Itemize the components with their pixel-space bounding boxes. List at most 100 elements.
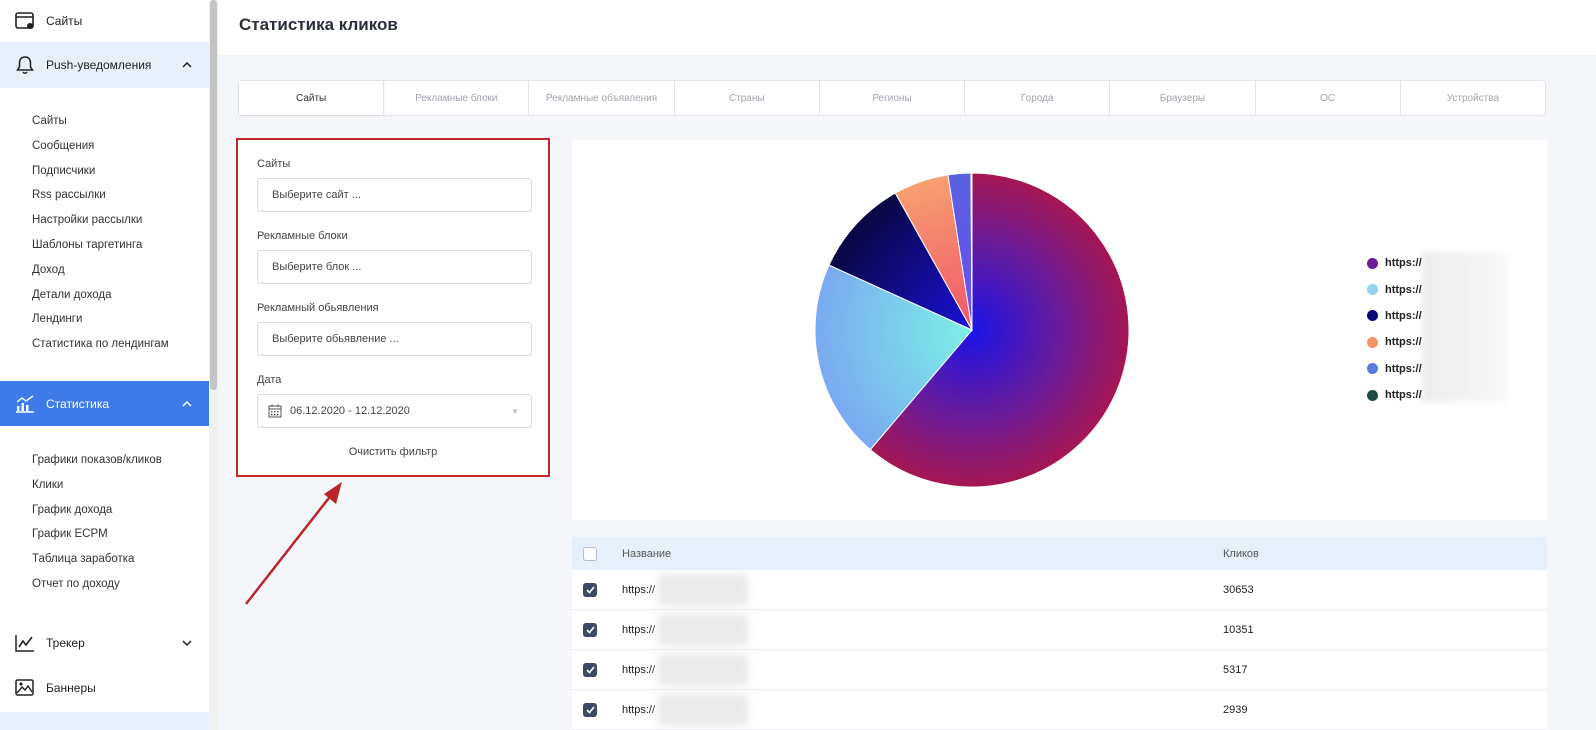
chevron-up-icon (182, 59, 192, 71)
clicks-table: Название Кликов https:// 30653 https:// 103… (572, 537, 1547, 730)
legend-item[interactable]: https:// (1367, 303, 1422, 329)
redacted-area (658, 614, 748, 646)
table-row[interactable]: https:// 30653 (572, 570, 1547, 610)
redacted-area (1422, 252, 1507, 402)
column-clicks-header[interactable]: Кликов (1223, 548, 1259, 560)
sidebar-next-item[interactable] (0, 712, 210, 730)
calendar-icon (268, 404, 282, 418)
submenu-item[interactable]: График ECPM (32, 522, 162, 547)
ads-select[interactable]: Выберите обьявление ... (257, 322, 532, 356)
submenu-item[interactable]: Лендинги (32, 307, 169, 332)
chevron-up-icon (182, 398, 192, 410)
ads-placeholder: Выберите обьявление ... (272, 333, 399, 345)
submenu-item[interactable]: Клики (32, 473, 162, 498)
ads-label: Рекламный обьявления (257, 302, 379, 314)
tab-1[interactable]: Рекламные блоки (384, 81, 530, 115)
select-all-checkbox[interactable] (583, 546, 597, 561)
tab-3[interactable]: Страны (675, 81, 820, 115)
legend-label: https:// (1385, 336, 1422, 349)
chart-card: https:// https:// https:// https:// https://… (572, 140, 1547, 520)
legend-item[interactable]: https:// (1367, 276, 1422, 302)
line-chart-icon (14, 632, 36, 654)
row-checkbox[interactable] (583, 662, 597, 677)
submenu-item[interactable]: Сайты (32, 109, 169, 134)
submenu-item[interactable]: Шаблоны таргетинга (32, 233, 169, 258)
tab-4[interactable]: Регионы (820, 81, 966, 115)
tab-7[interactable]: ОС (1256, 81, 1401, 115)
sidebar-item-label: Сайты (46, 14, 83, 28)
sites-select[interactable]: Выберите сайт ... (257, 178, 532, 212)
legend-item[interactable]: https:// (1367, 250, 1422, 276)
submenu-item[interactable]: Сообщения (32, 134, 169, 159)
sidebar-scrollbar[interactable] (209, 0, 218, 730)
row-checkbox[interactable] (583, 582, 597, 597)
legend-swatch (1367, 310, 1378, 322)
pie-slices (814, 172, 1130, 488)
submenu-item[interactable]: Графики показов/кликов (32, 448, 162, 473)
sidebar-item-statistics[interactable]: Статистика (0, 381, 210, 426)
sidebar-item-banners[interactable]: Баннеры (0, 675, 210, 701)
ad-blocks-select[interactable]: Выберите блок ... (257, 250, 532, 284)
column-name-header[interactable]: Название (622, 548, 671, 560)
sidebar-item-push[interactable]: Push-уведомления (0, 42, 210, 88)
tab-2[interactable]: Рекламные объявления (529, 81, 675, 115)
bell-icon (14, 54, 36, 76)
row-checkbox[interactable] (583, 622, 597, 637)
clear-filter-button[interactable]: Очистить фильтр (238, 446, 548, 458)
annotation-arrow (245, 482, 342, 605)
sidebar: Сайты Push-уведомления Сайты Сообщения Под… (0, 0, 210, 730)
page-title: Статистика кликов (239, 15, 398, 34)
submenu-item[interactable]: Rss рассылки (32, 183, 169, 208)
scrollbar-thumb[interactable] (210, 0, 217, 390)
redacted-area (658, 694, 748, 726)
statistics-submenu: Графики показов/кликов Клики График дохода… (32, 448, 162, 597)
submenu-item[interactable]: Доход (32, 258, 169, 283)
legend-swatch (1367, 336, 1378, 348)
sites-label: Сайты (257, 158, 291, 170)
legend-item[interactable]: https:// (1367, 382, 1422, 408)
sidebar-item-tracker[interactable]: Трекер (0, 630, 210, 656)
row-name: https:// (622, 623, 656, 636)
legend-item[interactable]: https:// (1367, 329, 1422, 355)
submenu-item[interactable]: Отчет по доходу (32, 572, 162, 597)
table-row[interactable]: https:// 5317 (572, 650, 1547, 690)
legend-label: https:// (1385, 283, 1422, 296)
filter-panel: Сайты Выберите сайт ... Рекламные блоки … (236, 138, 550, 477)
row-clicks: 30653 (1223, 583, 1254, 596)
ad-blocks-placeholder: Выберите блок ... (272, 261, 362, 273)
tab-6[interactable]: Браузеры (1110, 81, 1256, 115)
legend-label: https:// (1385, 389, 1422, 402)
row-name: https:// (622, 583, 656, 596)
sidebar-item-label: Push-уведомления (46, 58, 152, 72)
legend-swatch (1367, 257, 1378, 269)
submenu-item[interactable]: Таблица заработка (32, 547, 162, 572)
date-range-picker[interactable]: 06.12.2020 - 12.12.2020 ▼ (257, 394, 532, 428)
submenu-item[interactable]: Настройки рассылки (32, 208, 169, 233)
table-row[interactable]: https:// 10351 (572, 610, 1547, 650)
sidebar-item-sites[interactable]: Сайты (0, 8, 210, 34)
chart-legend: https:// https:// https:// https:// https://… (1367, 250, 1422, 408)
chart-growth-icon (14, 393, 36, 415)
row-checkbox[interactable] (583, 702, 597, 717)
row-clicks: 5317 (1223, 663, 1248, 676)
table-body: https://30653 https://10351 https://5317 ht… (572, 570, 1547, 730)
legend-label: https:// (1385, 309, 1422, 322)
row-clicks: 2939 (1223, 703, 1248, 716)
tab-0[interactable]: Сайты (239, 81, 385, 115)
tab-5[interactable]: Города (965, 81, 1111, 115)
legend-label: https:// (1385, 362, 1422, 375)
sidebar-item-label: Статистика (46, 396, 110, 411)
tab-8[interactable]: Устройства (1401, 81, 1545, 115)
sidebar-item-label: Трекер (46, 636, 85, 650)
row-clicks: 10351 (1223, 623, 1254, 636)
tab-bar: Сайты Рекламные блоки Рекламные объявления… (238, 80, 1546, 116)
ad-blocks-label: Рекламные блоки (257, 230, 348, 242)
sites-placeholder: Выберите сайт ... (272, 189, 361, 201)
legend-swatch (1367, 389, 1378, 401)
legend-item[interactable]: https:// (1367, 356, 1422, 382)
submenu-item[interactable]: График дохода (32, 498, 162, 523)
submenu-item[interactable]: Статистика по лендингам (32, 332, 169, 357)
table-row[interactable]: https:// 2939 (572, 690, 1547, 730)
submenu-item[interactable]: Детали дохода (32, 283, 169, 308)
submenu-item[interactable]: Подписчики (32, 159, 169, 184)
